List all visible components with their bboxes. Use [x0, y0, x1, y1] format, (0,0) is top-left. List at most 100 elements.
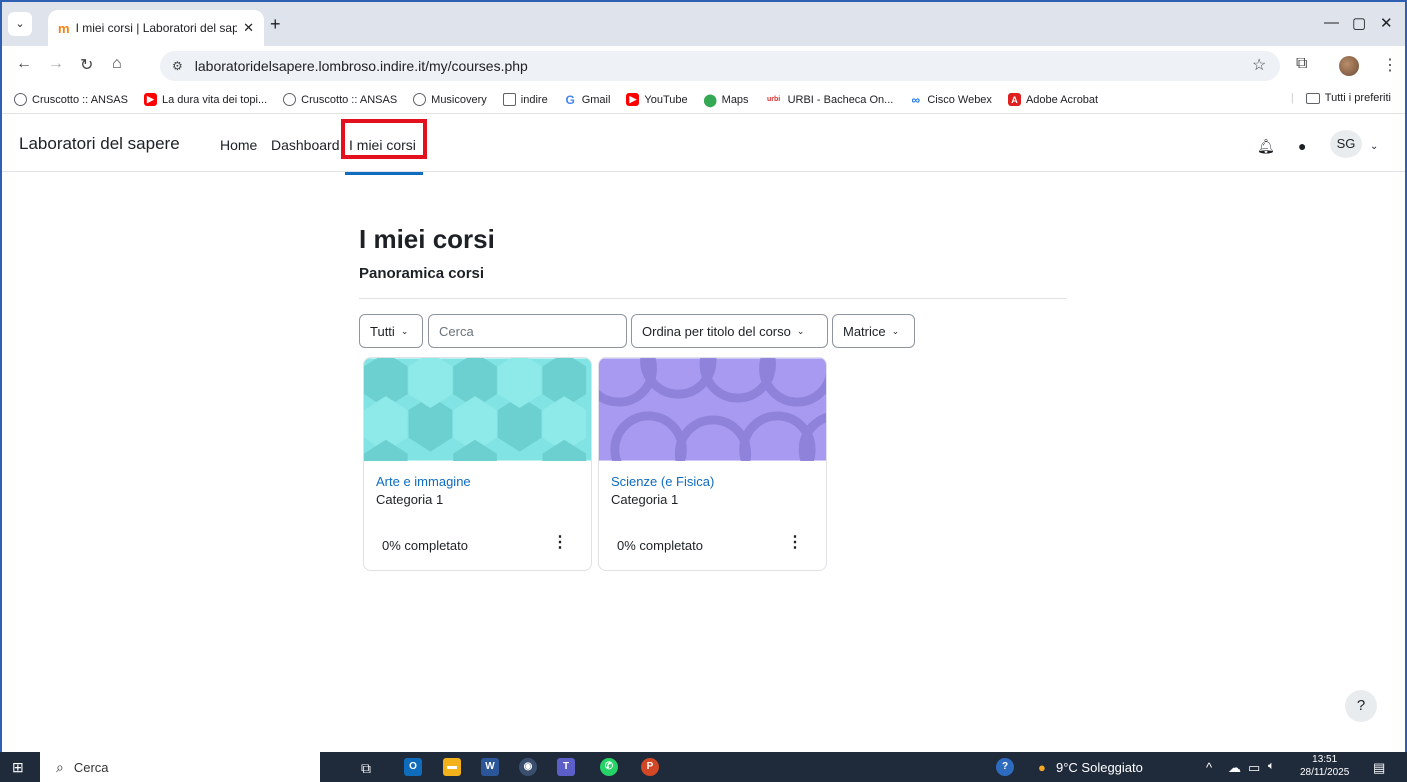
course-card[interactable]: Scienze (e Fisica) Categoria 1 0% comple…	[598, 357, 827, 571]
course-actions-icon[interactable]: ⋮	[552, 532, 568, 552]
new-tab-button[interactable]: +	[270, 14, 281, 35]
word-icon[interactable]: W	[481, 758, 499, 776]
bookmarks-bar: Cruscotto :: ANSAS ▶ La dura vita dei top…	[2, 86, 1405, 114]
active-tab[interactable]: m I miei corsi | Laboratori del sape ✕	[48, 10, 264, 46]
chrome-icon[interactable]: ◉	[519, 758, 537, 776]
browser-window: ⌄ m I miei corsi | Laboratori del sape ✕…	[0, 0, 1407, 782]
filter-dropdown[interactable]: Tutti ⌄	[359, 314, 423, 348]
bookmark-item[interactable]: ▶ YouTube	[626, 93, 688, 106]
highlight-box	[341, 119, 427, 159]
network-icon[interactable]: ☁	[1228, 760, 1241, 776]
taskbar-clock[interactable]: 13:51 28/11/2025	[1300, 753, 1349, 779]
folder-icon	[1305, 92, 1320, 104]
bookmark-item[interactable]: ∞ Cisco Webex	[909, 92, 992, 107]
search-icon: ⌕	[56, 758, 64, 775]
site-brand[interactable]: Laboratori del sapere	[19, 134, 180, 154]
browser-toolbar: ← → ↻ ⌂ ⚙ laboratoridelsapere.lombroso.i…	[2, 46, 1405, 86]
view-dropdown[interactable]: Matrice ⌄	[832, 314, 915, 348]
site-navbar: Laboratori del sapere Home Dashboard I m…	[2, 114, 1405, 175]
page-title: I miei corsi	[359, 224, 495, 254]
bookmark-item[interactable]: indire	[502, 93, 548, 106]
course-card[interactable]: Arte e immagine Categoria 1 0% completat…	[363, 357, 592, 571]
urbi-icon: urbi	[766, 96, 781, 103]
bookmark-item[interactable]: G Gmail	[564, 92, 611, 107]
bookmark-item[interactable]: urbi URBI - Bacheca On...	[765, 93, 893, 106]
chevron-down-icon: ⌄	[796, 325, 805, 336]
messages-icon[interactable]: ●	[1298, 138, 1306, 154]
course-name-link[interactable]: Scienze (e Fisica)	[611, 474, 714, 489]
globe-icon	[283, 93, 297, 106]
reload-icon[interactable]: ↻	[80, 55, 93, 75]
windows-start-icon[interactable]: ⊞	[12, 759, 24, 776]
bookmark-item[interactable]: Cruscotto :: ANSAS	[14, 93, 128, 106]
taskbar-search[interactable]: ⌕ Cerca	[40, 752, 320, 782]
bookmark-item[interactable]: A Adobe Acrobat	[1007, 93, 1098, 106]
whatsapp-icon[interactable]: ✆	[600, 758, 618, 776]
course-progress: 0% completato	[617, 538, 703, 553]
course-image[interactable]	[599, 358, 826, 492]
nav-dashboard[interactable]: Dashboard	[271, 137, 340, 153]
restore-icon[interactable]: ▢	[1352, 14, 1366, 32]
close-window-icon[interactable]: ✕	[1380, 14, 1393, 32]
course-progress: 0% completato	[382, 538, 468, 553]
globe-icon	[14, 93, 27, 106]
bookmark-item[interactable]: Musicovery	[413, 93, 487, 106]
user-avatar[interactable]: SG	[1330, 130, 1362, 158]
battery-icon[interactable]: ▭	[1248, 760, 1260, 776]
sort-dropdown[interactable]: Ordina per titolo del corso ⌄	[631, 314, 828, 348]
maps-icon: ⬤	[703, 92, 717, 107]
search-input[interactable]: Cerca	[428, 314, 627, 348]
course-image[interactable]	[364, 358, 591, 482]
bookmark-star-icon[interactable]: ☆	[1252, 55, 1266, 75]
tab-strip: ⌄ m I miei corsi | Laboratori del sape ✕…	[2, 2, 1405, 46]
notifications-bell-icon[interactable]: 🔔︎	[1257, 138, 1275, 155]
bookmark-item[interactable]: ⬤ Maps	[703, 92, 748, 107]
back-icon[interactable]: ←	[16, 55, 32, 73]
help-app-icon[interactable]: ?	[996, 758, 1014, 776]
chevron-down-icon: ⌄	[891, 325, 900, 336]
bookmark-item[interactable]: ▶ La dura vita dei topi...	[143, 93, 267, 106]
tab-search-button[interactable]: ⌄	[8, 12, 32, 36]
notifications-icon[interactable]: ▤	[1373, 760, 1385, 776]
help-button[interactable]: ?	[1345, 690, 1377, 722]
powerpoint-icon[interactable]: P	[641, 758, 659, 776]
menu-kebab-icon[interactable]: ⋮	[1382, 55, 1398, 75]
weather-icon: ●	[1038, 760, 1046, 775]
acrobat-icon: A	[1007, 93, 1021, 106]
user-menu-chevron-icon[interactable]: ⌄	[1370, 141, 1378, 152]
divider: |	[1290, 92, 1294, 104]
google-icon: G	[565, 92, 575, 107]
address-bar[interactable]: ⚙ laboratoridelsapere.lombroso.indire.it…	[160, 51, 1280, 81]
course-name-link[interactable]: Arte e immagine	[376, 474, 471, 489]
extensions-icon[interactable]: ⧉	[1296, 55, 1307, 73]
tab-title: I miei corsi | Laboratori del sape	[75, 21, 238, 35]
weather-text[interactable]: 9°C Soleggiato	[1056, 760, 1143, 775]
course-category: Categoria 1	[611, 492, 679, 507]
bookmark-item[interactable]: Cruscotto :: ANSAS	[283, 93, 397, 106]
globe-icon	[413, 93, 427, 106]
chevron-down-icon: ⌄	[400, 325, 409, 336]
home-icon[interactable]: ⌂	[112, 55, 122, 73]
section-title: Panoramica corsi	[359, 265, 485, 282]
file-explorer-icon[interactable]: ▬	[443, 758, 461, 776]
minimize-icon[interactable]: —	[1324, 14, 1339, 31]
tray-chevron-icon[interactable]: ^	[1206, 760, 1212, 775]
outlook-icon[interactable]: O	[404, 758, 422, 776]
profile-avatar[interactable]	[1339, 56, 1359, 76]
all-bookmarks-folder[interactable]: | Tutti i preferiti	[1291, 92, 1391, 104]
task-view-icon[interactable]: ⧉	[361, 760, 371, 777]
youtube-icon: ▶	[626, 93, 640, 106]
teams-icon[interactable]: T	[557, 758, 575, 776]
tab-close-icon[interactable]: ✕	[243, 20, 254, 36]
course-category: Categoria 1	[376, 492, 444, 507]
site-info-icon[interactable]: ⚙	[172, 59, 183, 73]
forward-icon[interactable]: →	[48, 55, 64, 73]
volume-muted-icon[interactable]: 🔈︎	[1268, 760, 1275, 773]
nav-home[interactable]: Home	[220, 137, 257, 153]
webex-icon: ∞	[911, 92, 921, 107]
course-actions-icon[interactable]: ⋮	[787, 532, 803, 552]
divider	[359, 298, 1066, 299]
url-text: laboratoridelsapere.lombroso.indire.it/m…	[194, 58, 528, 74]
folder-icon	[502, 93, 516, 106]
moodle-favicon-icon: m	[58, 20, 70, 36]
